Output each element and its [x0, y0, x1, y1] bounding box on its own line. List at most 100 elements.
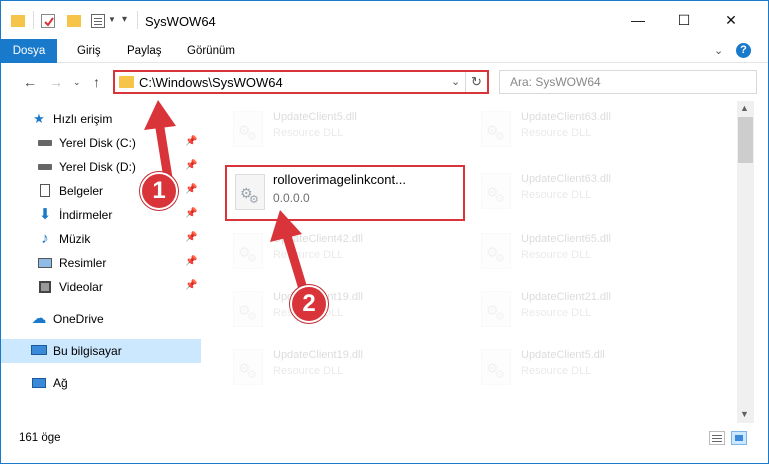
- scroll-up-icon[interactable]: ▲: [740, 103, 749, 113]
- address-bar[interactable]: C:\Windows\SysWOW64 ⌄ ↻: [113, 70, 489, 94]
- highlighted-file[interactable]: ⚙ ⚙ rolloverimagelinkcont... 0.0.0.0: [225, 165, 465, 221]
- close-button[interactable]: ✕: [708, 1, 754, 39]
- star-icon: ★: [33, 111, 45, 126]
- download-icon: ⬇: [38, 206, 52, 223]
- pin-icon[interactable]: 📌: [185, 160, 197, 171]
- scroll-down-icon[interactable]: ▼: [740, 409, 749, 419]
- nav-item-label: Yerel Disk (C:): [59, 136, 136, 150]
- dll-file-icon: ⚙ ⚙: [481, 349, 511, 385]
- file-list: ⚙ ⚙ UpdateClient5.dll Resource DLL ⚙ ⚙ rol…: [205, 101, 737, 423]
- file-name: UpdateClient42.dll: [273, 233, 363, 245]
- computer-icon: [31, 343, 47, 359]
- file-type: Resource DLL: [521, 127, 592, 139]
- vertical-scrollbar[interactable]: ▲ ▼: [737, 101, 754, 423]
- nav-item-music[interactable]: ♪ Müzik 📌: [1, 227, 201, 251]
- pin-icon[interactable]: 📌: [185, 256, 197, 267]
- pin-icon[interactable]: 📌: [185, 184, 197, 195]
- nav-item-downloads[interactable]: ⬇ İndirmeler 📌: [1, 203, 201, 227]
- step-badge-1: 1: [140, 172, 178, 210]
- up-arrow-icon[interactable]: ↑: [93, 74, 100, 90]
- nav-item-onedrive[interactable]: ☁ OneDrive: [1, 307, 201, 331]
- list-item[interactable]: ⚙ ⚙ UpdateClient63.dll Resource DLL: [473, 103, 703, 155]
- file-name: rolloverimagelinkcont...: [273, 172, 406, 187]
- drive-icon: [37, 135, 53, 151]
- search-box[interactable]: Ara: SysWOW64: [499, 70, 757, 94]
- nav-item-label: Belgeler: [59, 184, 104, 198]
- large-icons-view-icon[interactable]: [731, 431, 747, 445]
- music-icon: ♪: [41, 230, 49, 247]
- pin-icon[interactable]: 📌: [185, 136, 197, 147]
- tab-home[interactable]: Giriş: [77, 39, 101, 63]
- file-type: Resource DLL: [273, 127, 344, 139]
- title-bar: ▼ ▾ SysWOW64 — ☐ ✕: [1, 1, 768, 39]
- list-item[interactable]: ⚙ ⚙ UpdateClient42.dll Resource DLL: [225, 225, 455, 277]
- nav-item-label: OneDrive: [53, 312, 104, 326]
- properties-icon[interactable]: [41, 14, 55, 28]
- refresh-icon[interactable]: ↻: [471, 74, 482, 90]
- nav-item-label: Ağ: [53, 376, 68, 390]
- cloud-icon: ☁: [31, 310, 47, 327]
- list-item[interactable]: ⚙ ⚙ UpdateClient5.dll Resource DLL: [473, 341, 703, 393]
- search-placeholder: Ara: SysWOW64: [510, 75, 601, 89]
- expand-ribbon-icon[interactable]: ⌄: [714, 44, 723, 57]
- maximize-button[interactable]: ☐: [661, 1, 707, 39]
- separator: [33, 11, 34, 29]
- network-icon: [31, 375, 47, 391]
- recent-locations-icon[interactable]: ⌄: [73, 77, 81, 88]
- nav-item-videos[interactable]: Videolar 📌: [1, 275, 201, 299]
- step-badge-2: 2: [290, 285, 328, 323]
- navigation-pane: ★ Hızlı erişim Yerel Disk (C:) 📌 Yerel D…: [1, 101, 205, 423]
- details-view-icon[interactable]: [709, 431, 725, 445]
- drive-icon: [37, 159, 53, 175]
- nav-item-label: Hızlı erişim: [53, 112, 113, 126]
- file-name: UpdateClient19.dll: [273, 349, 363, 361]
- minimize-button[interactable]: —: [615, 1, 661, 39]
- file-type: Resource DLL: [521, 249, 592, 261]
- list-item[interactable]: ⚙⚙ UpdateClient19.dll Resource DLL: [225, 283, 455, 335]
- pin-icon[interactable]: 📌: [185, 208, 197, 219]
- explorer-window: ▼ ▾ SysWOW64 — ☐ ✕ Dosya Giriş Paylaş Gö…: [0, 0, 769, 464]
- file-version: 0.0.0.0: [273, 191, 310, 205]
- scroll-thumb[interactable]: [738, 117, 753, 163]
- pin-icon[interactable]: 📌: [185, 232, 197, 243]
- list-item[interactable]: ⚙ ⚙ UpdateClient5.dll Resource DLL: [225, 103, 455, 155]
- back-arrow-icon[interactable]: ←: [23, 74, 37, 90]
- dll-file-icon: ⚙ ⚙: [233, 349, 263, 385]
- nav-item-quick-access[interactable]: ★ Hızlı erişim: [1, 107, 201, 131]
- list-item[interactable]: ⚙⚙ UpdateClient19.dll Resource DLL: [225, 341, 455, 393]
- status-bar: 161 öge: [1, 423, 768, 463]
- chevron-down-icon[interactable]: ▼: [108, 15, 116, 24]
- nav-item-network[interactable]: Ağ: [1, 371, 201, 395]
- nav-item-label: Yerel Disk (D:): [59, 160, 136, 174]
- address-path[interactable]: C:\Windows\SysWOW64: [139, 75, 283, 90]
- file-type: Resource DLL: [521, 365, 592, 377]
- file-type: Resource DLL: [521, 307, 592, 319]
- file-type: Resource DLL: [521, 189, 592, 201]
- nav-item-label: Resimler: [59, 256, 107, 270]
- window-title: SysWOW64: [145, 14, 216, 29]
- file-name: UpdateClient65.dll: [521, 233, 611, 245]
- file-type: Resource DLL: [273, 249, 344, 261]
- forward-arrow-icon[interactable]: →: [49, 74, 63, 90]
- nav-item-label: Videolar: [59, 280, 103, 294]
- help-icon[interactable]: ?: [736, 43, 751, 58]
- dll-file-icon: ⚙ ⚙: [235, 174, 265, 210]
- nav-item-pictures[interactable]: Resimler 📌: [1, 251, 201, 275]
- tab-share[interactable]: Paylaş: [127, 39, 162, 63]
- pin-icon[interactable]: 📌: [185, 280, 197, 291]
- new-folder-icon[interactable]: [67, 15, 81, 27]
- address-dropdown-icon[interactable]: ⌄: [451, 75, 460, 88]
- nav-item-local-disk-c[interactable]: Yerel Disk (C:) 📌: [1, 131, 201, 155]
- dll-file-icon: ⚙ ⚙: [481, 173, 511, 209]
- tab-view[interactable]: Görünüm: [187, 39, 235, 63]
- list-item[interactable]: ⚙ ⚙ UpdateClient63.dll Resource DLL: [473, 165, 703, 217]
- view-options-icon[interactable]: [91, 14, 105, 28]
- ribbon-tabs: Dosya Giriş Paylaş Görünüm ⌄ ?: [1, 39, 768, 91]
- nav-item-label: Bu bilgisayar: [53, 344, 122, 358]
- customize-toolbar-icon[interactable]: ▾: [122, 14, 127, 25]
- nav-item-this-pc[interactable]: Bu bilgisayar: [1, 339, 201, 363]
- nav-item-label: Müzik: [59, 232, 91, 246]
- pictures-icon: [37, 255, 53, 271]
- list-item[interactable]: ⚙ ⚙ UpdateClient65.dll Resource DLL: [473, 225, 703, 277]
- list-item[interactable]: ⚙ ⚙ UpdateClient21.dll Resource DLL: [473, 283, 703, 335]
